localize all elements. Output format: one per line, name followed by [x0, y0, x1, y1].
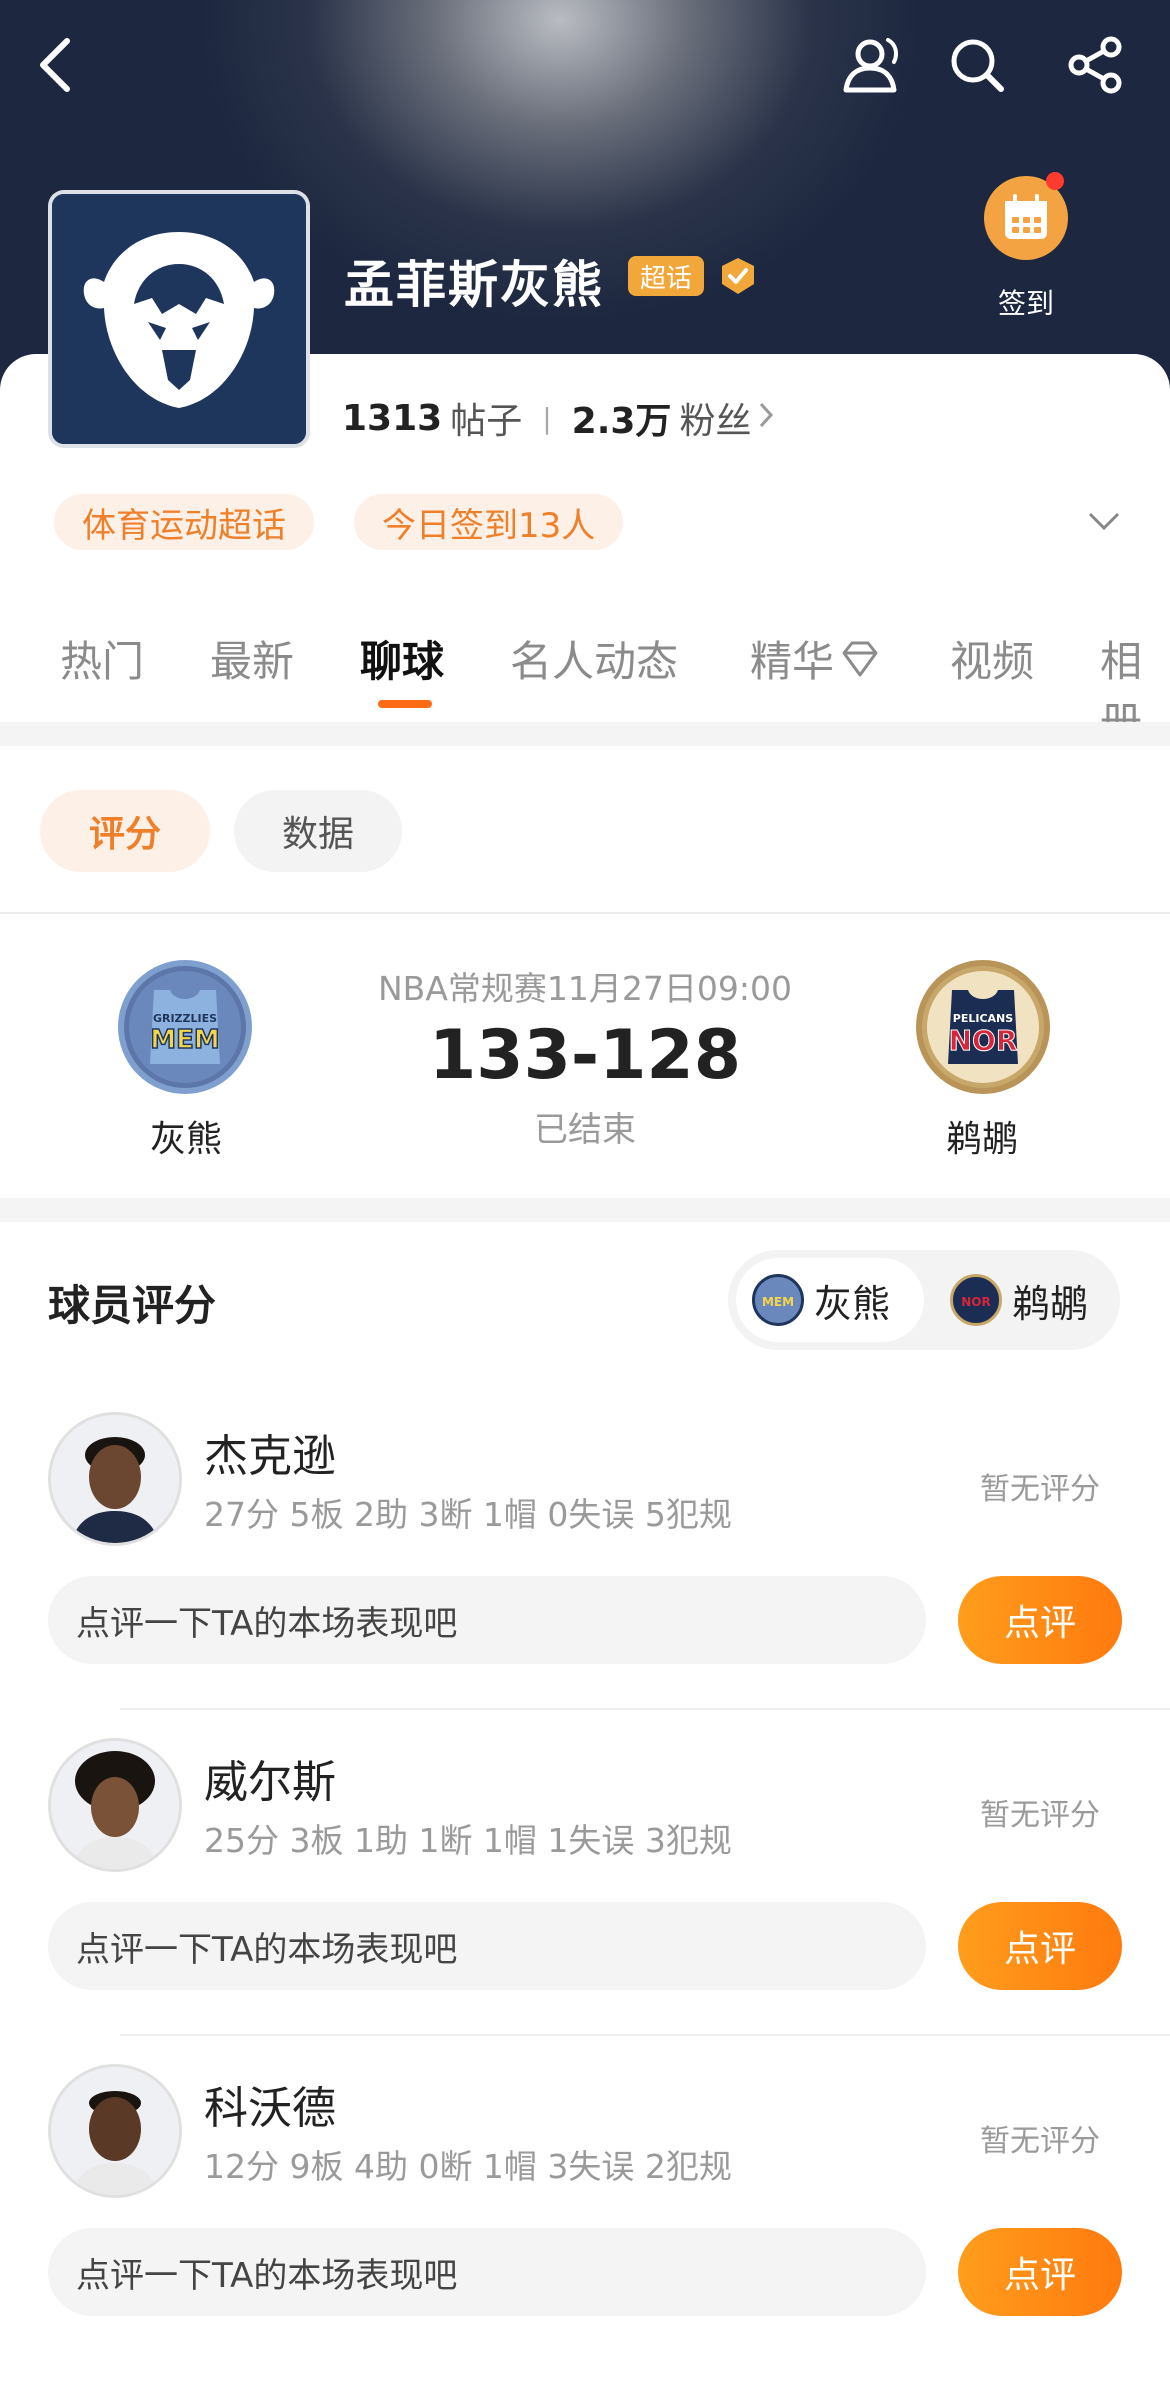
- chevron-right-icon[interactable]: [757, 398, 775, 439]
- tab-hot[interactable]: 热门: [60, 628, 144, 689]
- posts-label: 帖子: [450, 401, 523, 442]
- review-button[interactable]: 点评: [958, 1902, 1122, 1990]
- review-input[interactable]: 点评一下TA的本场表现吧: [48, 1576, 926, 1664]
- player-divider: [120, 1708, 1170, 1710]
- grizzlies-mini-icon: MEM: [752, 1274, 804, 1326]
- player-score: 暂无评分: [980, 1472, 1100, 1507]
- tab-chat-ball[interactable]: 聊球: [360, 628, 444, 689]
- team-switch: MEM 灰熊 NOR 鹈鹕: [728, 1250, 1120, 1350]
- review-button[interactable]: 点评: [958, 2228, 1122, 2316]
- team-avatar[interactable]: [48, 190, 310, 448]
- player-rating-title: 球员评分: [48, 1281, 217, 1330]
- switch-away-team[interactable]: NOR 鹈鹕: [934, 1258, 1114, 1342]
- tab-featured-label: 精华: [750, 637, 835, 686]
- switch-home-team[interactable]: MEM 灰熊: [736, 1258, 924, 1342]
- switch-home-label: 灰熊: [814, 1281, 891, 1326]
- player-stats: 12分 9板 4助 0断 1帽 3失误 2犯规: [204, 2147, 732, 2186]
- svg-text:NOR: NOR: [961, 1295, 990, 1309]
- player-photo-icon: [51, 1741, 179, 1869]
- grizzlies-logo-icon: [52, 194, 306, 444]
- player-avatar[interactable]: [48, 1738, 182, 1872]
- tab-bar: 热门 最新 聊球 名人动态 精华 视频 相册: [0, 628, 1170, 747]
- player-name: 威尔斯: [204, 1757, 336, 1808]
- divider-line: [0, 912, 1170, 914]
- player-avatar[interactable]: [48, 2064, 182, 2198]
- chevron-down-icon[interactable]: [1084, 500, 1124, 540]
- switch-away-label: 鹈鹕: [1012, 1281, 1089, 1326]
- verified-icon: [718, 256, 758, 296]
- tab-featured[interactable]: 精华: [750, 628, 882, 689]
- calendar-icon: [984, 172, 1068, 260]
- checkin-count-tag[interactable]: 今日签到13人: [354, 494, 624, 550]
- tab-celebrity[interactable]: 名人动态: [510, 628, 678, 689]
- stats-separator: |: [542, 401, 552, 435]
- posts-count: 1313: [342, 397, 443, 439]
- away-team-name: 鹈鹕: [946, 1119, 1019, 1160]
- player-photo-icon: [51, 1415, 179, 1543]
- player-card: 科沃德 12分 9板 4助 0断 1帽 3失误 2犯规 暂无评分 点评一下TA的…: [0, 2064, 1170, 2390]
- review-input[interactable]: 点评一下TA的本场表现吧: [48, 2228, 926, 2316]
- pelicans-mini-icon: NOR: [950, 1274, 1002, 1326]
- player-photo-icon: [51, 2067, 179, 2195]
- player-stats: 25分 3板 1助 1断 1帽 1失误 3犯规: [204, 1821, 732, 1860]
- tab-video[interactable]: 视频: [950, 628, 1034, 689]
- svg-text:NOR: NOR: [949, 1024, 1018, 1057]
- fans-count[interactable]: 2.3万: [572, 392, 672, 444]
- people-icon[interactable]: [834, 30, 904, 100]
- stats-row: 1313 帖子 | 2.3万 粉丝: [342, 392, 775, 444]
- player-score: 暂无评分: [980, 1798, 1100, 1833]
- player-card: 杰克逊 27分 5板 2助 3断 1帽 0失误 5犯规 暂无评分 点评一下TA的…: [0, 1412, 1170, 1738]
- tab-latest[interactable]: 最新: [210, 628, 294, 689]
- search-icon[interactable]: [942, 30, 1012, 100]
- category-tag[interactable]: 体育运动超话: [54, 494, 314, 550]
- player-name: 杰克逊: [204, 1431, 336, 1482]
- player-divider: [120, 2034, 1170, 2036]
- checkin-label: 签到: [997, 287, 1054, 320]
- back-icon[interactable]: [20, 30, 90, 100]
- checkin-button[interactable]: 签到: [976, 172, 1076, 322]
- share-icon[interactable]: [1060, 30, 1130, 100]
- review-input[interactable]: 点评一下TA的本场表现吧: [48, 1902, 926, 1990]
- super-topic-badge: 超话: [628, 256, 704, 296]
- gem-icon: [842, 641, 878, 676]
- review-button[interactable]: 点评: [958, 1576, 1122, 1664]
- player-card: 威尔斯 25分 3板 1助 1断 1帽 1失误 3犯规 暂无评分 点评一下TA的…: [0, 1738, 1170, 2064]
- pelicans-jersey-icon: PELICANS NOR: [927, 971, 1039, 1083]
- segment-data[interactable]: 数据: [234, 790, 402, 872]
- svg-text:MEM: MEM: [762, 1295, 794, 1309]
- notification-dot: [1046, 172, 1064, 190]
- segment-rating[interactable]: 评分: [40, 790, 210, 872]
- player-score: 暂无评分: [980, 2124, 1100, 2159]
- player-avatar[interactable]: [48, 1412, 182, 1546]
- player-stats: 27分 5板 2助 3断 1帽 0失误 5犯规: [204, 1495, 732, 1534]
- active-tab-indicator: [378, 700, 432, 708]
- section-divider: [0, 722, 1170, 746]
- fans-label[interactable]: 粉丝: [679, 392, 751, 444]
- away-team-logo[interactable]: PELICANS NOR: [916, 960, 1050, 1094]
- page-title: 孟菲斯灰熊: [344, 256, 604, 314]
- section-divider-2: [0, 1198, 1170, 1222]
- player-name: 科沃德: [204, 2083, 336, 2134]
